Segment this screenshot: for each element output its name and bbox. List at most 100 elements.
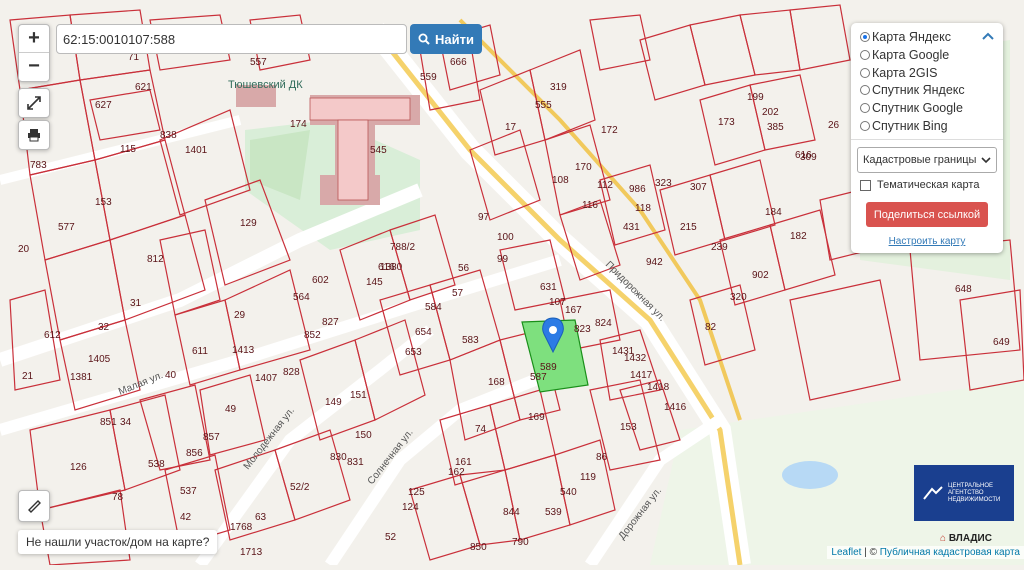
radio-icon[interactable] (860, 32, 870, 42)
parcel-number: 26 (828, 120, 840, 131)
print-button[interactable] (18, 120, 50, 150)
parcel-number: 169 (528, 412, 545, 423)
parcel-number: 99 (497, 254, 509, 265)
share-link-button[interactable]: Поделиться ссылкой (866, 202, 988, 227)
printer-icon (28, 129, 40, 142)
brand-text: ВЛАДИС (948, 533, 992, 544)
parcel-number: 1418 (647, 382, 670, 393)
parcel-number: 82 (705, 322, 717, 333)
parcel-number: 852 (304, 330, 321, 341)
find-button[interactable]: Найти (410, 24, 482, 54)
parcel-number: 838 (160, 130, 177, 141)
parcel-number: 116 (582, 200, 598, 211)
layer-label: Спутник Google (872, 101, 963, 115)
parcel-number: 307 (690, 182, 707, 193)
parcel-number: 1380 (380, 262, 403, 273)
ruler-icon (28, 500, 41, 513)
fullscreen-button[interactable] (18, 88, 50, 118)
parcel-number: 57 (452, 288, 464, 299)
layer-select[interactable]: Кадастровые границы (857, 147, 997, 173)
parcel-number: 1416 (664, 402, 687, 413)
poi-label: Тюшевский ДК (228, 79, 303, 91)
layer-option-6[interactable]: Спутник Bing (860, 119, 948, 133)
search-input[interactable] (56, 24, 407, 54)
cadastral-link[interactable]: Публичная кадастровая карта (880, 547, 1020, 558)
logo-icon (923, 486, 943, 500)
parcel-number: 431 (623, 222, 640, 233)
not-found-button[interactable]: Не нашли участок/дом на карте? (18, 530, 218, 554)
parcel-number: 539 (545, 507, 562, 518)
zoom-in-button[interactable]: + (19, 25, 49, 53)
radio-icon[interactable] (860, 103, 870, 113)
layer-option-3[interactable]: Карта 2GIS (860, 66, 937, 80)
parcel-number: 564 (293, 292, 310, 303)
parcel-number: 52 (385, 532, 397, 543)
parcel-number: 587 (530, 372, 547, 383)
parcel-number: 309 (800, 152, 817, 163)
parcel-number: 323 (655, 178, 672, 189)
chevron-up-icon[interactable] (982, 32, 994, 40)
parcel-number: 857 (203, 432, 220, 443)
radio-icon[interactable] (860, 85, 870, 95)
parcel-number: 537 (180, 486, 197, 497)
search-icon (418, 33, 430, 45)
parcel-number: 783 (30, 160, 47, 171)
parcel-number: 830 (330, 452, 347, 463)
parcel-number: 812 (147, 254, 164, 265)
parcel-number: 831 (347, 457, 364, 468)
parcel-number: 1713 (240, 547, 263, 558)
leaflet-link[interactable]: Leaflet (831, 547, 861, 558)
parcel-number: 850 (470, 542, 487, 553)
parcel-number: 108 (552, 175, 569, 186)
parcel-number: 97 (478, 212, 490, 223)
parcel-number: 86 (596, 452, 608, 463)
radio-icon[interactable] (860, 50, 870, 60)
configure-map-link[interactable]: Настроить карту (851, 236, 1003, 247)
home-icon: ⌂ (940, 533, 947, 544)
parcel-number: 653 (405, 347, 422, 358)
parcel-number: 162 (448, 467, 465, 478)
parcel-number: 31 (130, 298, 142, 309)
parcel-number: 823 (574, 324, 591, 335)
radio-icon[interactable] (860, 68, 870, 78)
parcel-number: 1417 (630, 370, 653, 381)
parcel-number: 168 (488, 377, 505, 388)
checkbox[interactable] (860, 179, 871, 191)
parcel-number: 17 (505, 122, 517, 133)
zoom-out-button[interactable]: − (19, 53, 49, 80)
parcel-number: 827 (322, 317, 339, 328)
parcel-number: 788/2 (390, 242, 415, 253)
radio-icon[interactable] (860, 121, 870, 131)
layer-option-5[interactable]: Спутник Google (860, 101, 963, 115)
parcel-number: 1381 (70, 372, 93, 383)
parcel-number: 1401 (185, 145, 208, 156)
parcel-number: 151 (350, 390, 367, 401)
parcel-number: 184 (765, 207, 782, 218)
layer-option-2[interactable]: Карта Google (860, 48, 949, 62)
layer-option-4[interactable]: Спутник Яндекс (860, 83, 965, 97)
parcel-number: 125 (408, 487, 425, 498)
parcel-number: 149 (325, 397, 342, 408)
parcel-number: 118 (635, 203, 651, 214)
parcel-number: 100 (497, 232, 514, 243)
parcel-number: 49 (225, 404, 237, 415)
parcel-number: 385 (767, 122, 784, 133)
agency-logo: ЦЕНТРАЛЬНОЕ АГЕНТСТВО НЕДВИЖИМОСТИ (914, 465, 1014, 521)
not-found-label: Не нашли участок/дом на карте? (26, 535, 210, 549)
layer-option-1[interactable]: Карта Яндекс (860, 30, 951, 44)
select-value: Кадастровые границы (863, 154, 977, 166)
parcel-number: 172 (601, 125, 618, 136)
parcel-number: 174 (290, 119, 307, 130)
checkbox-label: Тематическая карта (877, 179, 980, 191)
ruler-button[interactable] (18, 490, 50, 522)
thematic-checkbox-row[interactable]: Тематическая карта (860, 179, 979, 191)
parcel-number: 107 (549, 297, 566, 308)
parcel-number: 824 (595, 318, 612, 329)
parcel-number: 119 (580, 472, 596, 483)
parcel-number: 145 (366, 277, 383, 288)
parcel-number: 844 (503, 507, 520, 518)
parcel-number: 1407 (255, 373, 278, 384)
parcel-number: 167 (565, 305, 582, 316)
logo-text: ЦЕНТРАЛЬНОЕ АГЕНТСТВО НЕДВИЖИМОСТИ (948, 482, 1001, 503)
parcel-number: 851 (100, 417, 117, 428)
